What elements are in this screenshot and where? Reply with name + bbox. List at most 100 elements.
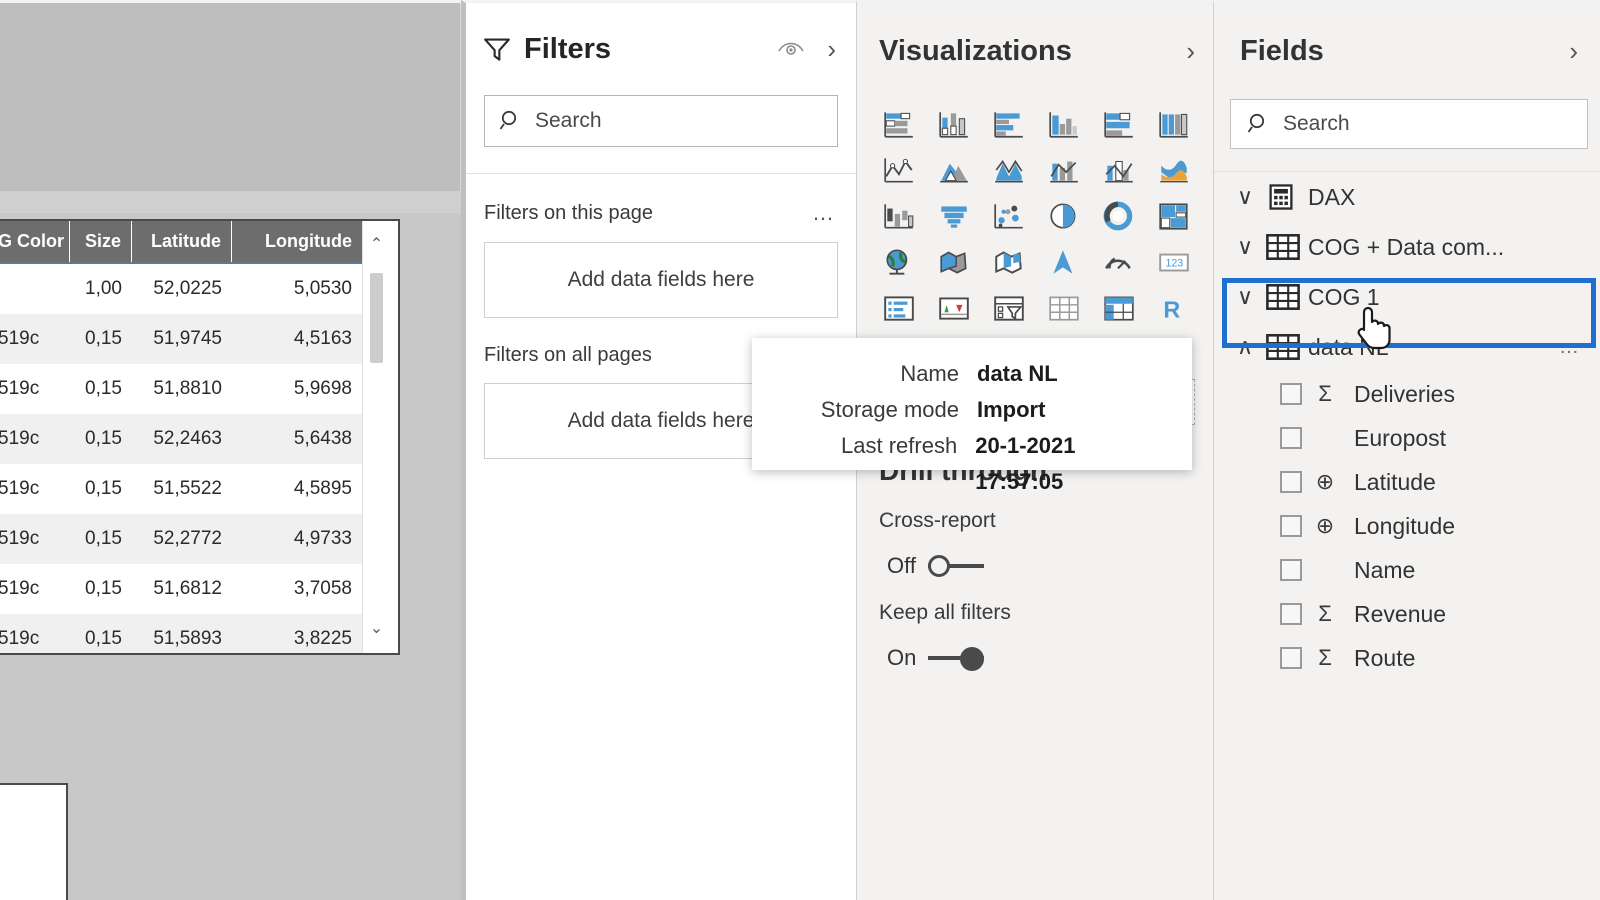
chevron-down-icon[interactable]: ∨ xyxy=(1230,184,1260,210)
cross-report-toggle[interactable] xyxy=(927,553,984,579)
scroll-up-icon[interactable]: ⌃ xyxy=(370,221,383,269)
cell-gcolor: 519c xyxy=(0,528,40,549)
line-and-clustered-column-icon[interactable] xyxy=(1093,151,1144,189)
field-checkbox[interactable] xyxy=(1280,647,1302,669)
table-row[interactable]: 519c 0,15 52,2772 4,9733 xyxy=(0,514,364,564)
chevron-down-icon[interactable]: ∨ xyxy=(1230,234,1260,260)
fields-table-data-nl[interactable]: ∧ data NL… xyxy=(1214,322,1600,372)
table-row[interactable]: 519c 0,15 51,5522 4,5895 xyxy=(0,464,364,514)
field-checkbox[interactable] xyxy=(1280,383,1302,405)
filters-search-input[interactable]: Search xyxy=(484,95,838,147)
chevron-down-icon[interactable]: ∨ xyxy=(1230,284,1260,310)
waterfall-chart-icon[interactable] xyxy=(873,197,924,235)
line-and-stacked-column-icon[interactable] xyxy=(1038,151,1089,189)
gauge-icon[interactable] xyxy=(1093,243,1144,281)
matrix-icon[interactable] xyxy=(1093,289,1144,327)
table-row[interactable]: 519c 0,15 52,2463 5,6438 xyxy=(0,414,364,464)
stacked-bar-chart-icon[interactable] xyxy=(873,105,924,143)
table-scrollbar[interactable]: ⌃ ⌄ xyxy=(362,221,390,653)
toggle-knob[interactable] xyxy=(960,647,985,671)
donut-chart-icon[interactable] xyxy=(1093,197,1144,235)
table-icon[interactable] xyxy=(1038,289,1089,327)
field-item-latitude[interactable]: ⊕ Latitude xyxy=(1214,460,1600,504)
clustered-column-chart-icon[interactable] xyxy=(1038,105,1089,143)
table-row[interactable]: 519c 0,15 51,9745 4,5163 xyxy=(0,314,364,364)
column-header-size[interactable]: Size xyxy=(70,221,132,262)
stacked-column-chart-icon[interactable] xyxy=(928,105,979,143)
filled-map-icon[interactable] xyxy=(928,243,979,281)
field-item-label: Deliveries xyxy=(1354,380,1455,407)
field-item-longitude[interactable]: ⊕ Longitude xyxy=(1214,504,1600,548)
table-row[interactable]: 1,00 52,0225 5,0530 xyxy=(0,264,364,314)
eye-icon[interactable] xyxy=(777,39,805,59)
filters-on-this-page-label: Filters on this page xyxy=(484,201,653,224)
card-icon[interactable]: 123 xyxy=(1148,243,1199,281)
hundred-percent-stacked-bar-icon[interactable] xyxy=(1093,105,1144,143)
stacked-area-chart-icon[interactable] xyxy=(983,151,1034,189)
table-row[interactable]: 519c 0,15 51,6812 3,7058 xyxy=(0,564,364,614)
funnel-chart-icon[interactable] xyxy=(928,197,979,235)
cell-latitude: 52,2772 xyxy=(153,528,222,549)
fields-table-dax[interactable]: ∨ DAX xyxy=(1214,172,1600,222)
table-grid-icon xyxy=(1266,284,1300,310)
field-checkbox[interactable] xyxy=(1280,471,1302,493)
column-header-longitude[interactable]: Longitude xyxy=(232,221,364,262)
hundred-percent-stacked-column-icon[interactable] xyxy=(1148,105,1199,143)
filters-on-this-page-header: Filters on this page … xyxy=(466,174,856,226)
cell-latitude: 52,2463 xyxy=(153,428,222,449)
clustered-bar-chart-icon[interactable] xyxy=(983,105,1034,143)
collapse-visualizations-pane-icon[interactable]: › xyxy=(1186,36,1195,67)
column-header-gcolor[interactable]: G Color xyxy=(0,221,70,262)
r-script-visual-icon[interactable]: R xyxy=(1148,289,1199,327)
filters-page-dropzone[interactable]: Add data fields here xyxy=(484,242,838,318)
map-icon[interactable] xyxy=(873,243,924,281)
field-item-revenue[interactable]: Σ Revenue xyxy=(1214,592,1600,636)
field-checkbox[interactable] xyxy=(1280,559,1302,581)
keep-all-filters-toggle[interactable] xyxy=(928,645,985,671)
shape-map-icon[interactable] xyxy=(983,243,1034,281)
keep-all-filters-state: On xyxy=(887,645,917,670)
scroll-down-icon[interactable]: ⌄ xyxy=(370,605,383,653)
table-visual[interactable]: G Color Size Latitude Longitude 1,00 52,0… xyxy=(0,219,400,655)
filters-page-more-icon[interactable]: … xyxy=(812,200,836,226)
table-row[interactable]: 519c 0,15 51,5893 3,8225 xyxy=(0,614,364,653)
field-item-route[interactable]: Σ Route xyxy=(1214,636,1600,680)
multi-row-card-icon[interactable] xyxy=(873,289,924,327)
chevron-up-icon[interactable]: ∧ xyxy=(1230,334,1260,360)
secondary-visual-placeholder[interactable] xyxy=(0,783,68,900)
field-item-europost[interactable]: Europost xyxy=(1214,416,1600,460)
ribbon-chart-icon[interactable] xyxy=(1148,151,1199,189)
toggle-knob[interactable] xyxy=(927,555,950,577)
cell-gcolor xyxy=(0,264,70,314)
fields-table-more-icon[interactable]: … xyxy=(1559,336,1582,359)
field-item-name[interactable]: Name xyxy=(1214,548,1600,592)
fields-search-input[interactable]: Search xyxy=(1230,99,1588,149)
collapse-filters-pane-icon[interactable]: › xyxy=(827,34,836,65)
fields-table-cog-data-com[interactable]: ∨ COG + Data com... xyxy=(1214,222,1600,272)
scatter-chart-icon[interactable] xyxy=(983,197,1034,235)
field-checkbox[interactable] xyxy=(1280,427,1302,449)
collapse-fields-pane-icon[interactable]: › xyxy=(1569,36,1578,67)
cell-size: 0,15 xyxy=(85,428,122,449)
tooltip-row: Storage mode Import xyxy=(752,392,1168,428)
pie-chart-icon[interactable] xyxy=(1038,197,1089,235)
scrollbar-thumb[interactable] xyxy=(370,273,383,363)
field-item-label: Revenue xyxy=(1354,600,1447,627)
arcgis-map-icon[interactable] xyxy=(1038,243,1089,281)
field-checkbox[interactable] xyxy=(1280,515,1302,537)
cross-report-toggle-row[interactable]: Off xyxy=(857,533,1213,579)
cell-size: 0,15 xyxy=(85,628,122,649)
line-chart-icon[interactable] xyxy=(873,151,924,189)
table-row[interactable]: 519c 0,15 51,8810 5,9698 xyxy=(0,364,364,414)
column-header-latitude[interactable]: Latitude xyxy=(132,221,232,262)
field-item-deliveries[interactable]: Σ Deliveries xyxy=(1214,372,1600,416)
field-checkbox[interactable] xyxy=(1280,603,1302,625)
slicer-icon[interactable] xyxy=(983,289,1034,327)
kpi-icon[interactable] xyxy=(928,289,979,327)
area-chart-icon[interactable] xyxy=(928,151,979,189)
keep-all-filters-toggle-row[interactable]: On xyxy=(857,625,1213,671)
tooltip-key: Last refresh xyxy=(841,433,958,458)
cell-latitude: 51,9745 xyxy=(153,328,222,349)
treemap-icon[interactable] xyxy=(1148,197,1199,235)
fields-table-cog-1[interactable]: ∨ COG 1 xyxy=(1214,272,1600,322)
